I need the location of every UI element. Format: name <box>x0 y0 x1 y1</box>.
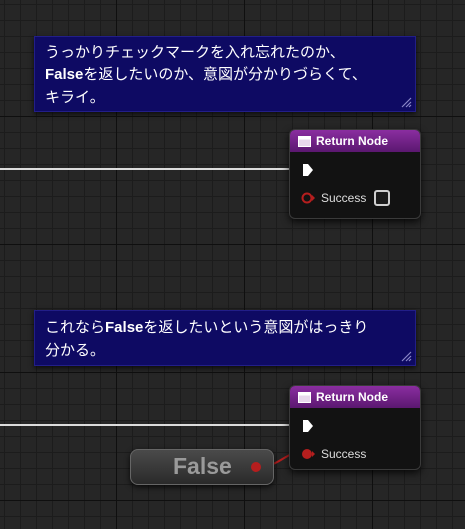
bool-pin-icon <box>302 449 315 459</box>
exec-in-pin-1[interactable] <box>302 163 314 177</box>
false-literal-label: False <box>173 453 232 479</box>
return-node-2[interactable]: Return Node Success <box>289 385 421 470</box>
comment-1-line-2-rest: を返したいのか、意図が分かりづらくて、 <box>83 65 367 83</box>
return-node-2-header[interactable]: Return Node <box>290 386 420 408</box>
exec-pin-icon <box>303 420 313 432</box>
comment-2-bold-false: False <box>105 319 144 336</box>
exec-in-pin-2[interactable] <box>302 419 314 433</box>
comment-2-line-2: 分かる。 <box>45 341 106 359</box>
comment-2-line-1-post: を返したいという意図がはっきり <box>143 318 369 336</box>
comment-1-line-2: Falseを返したいのか、意図が分かりづらくて、 <box>45 63 405 86</box>
comment-2-line-1: これならFalseを返したいという意図がはっきり <box>45 316 405 339</box>
comment-1-line-3: キライ。 <box>45 88 105 106</box>
success-label-1: Success <box>321 191 367 205</box>
bool-output-pin-icon[interactable] <box>250 461 262 473</box>
resize-grip-icon[interactable] <box>401 97 412 108</box>
return-node-1-title: Return Node <box>316 134 388 148</box>
return-node-2-title: Return Node <box>316 390 388 404</box>
success-label-2: Success <box>321 447 367 461</box>
bool-pin-icon <box>301 192 315 204</box>
comment-box-1[interactable]: うっかりチェックマークを入れ忘れたのか、 Falseを返したいのか、意図が分かり… <box>34 36 416 112</box>
comment-2-line-1-pre: これなら <box>45 318 106 336</box>
success-checkbox[interactable] <box>374 190 391 206</box>
success-pin-row-2[interactable]: Success <box>301 447 366 461</box>
return-node-1-header[interactable]: Return Node <box>290 130 420 152</box>
function-icon <box>298 135 311 147</box>
false-literal-node[interactable]: False <box>130 449 274 485</box>
resize-grip-icon[interactable] <box>401 351 412 362</box>
function-icon <box>298 391 311 403</box>
exec-wire-2 <box>0 424 296 426</box>
exec-pin-icon <box>303 164 313 176</box>
success-pin-row-1[interactable]: Success <box>301 190 391 206</box>
exec-wire-1 <box>0 168 296 170</box>
comment-1-bold-false: False <box>45 66 84 83</box>
return-node-1[interactable]: Return Node Success <box>289 129 421 219</box>
comment-1-line-1: うっかりチェックマークを入れ忘れたのか、 <box>45 43 345 61</box>
comment-box-2[interactable]: これならFalseを返したいという意図がはっきり 分かる。 <box>34 310 416 366</box>
